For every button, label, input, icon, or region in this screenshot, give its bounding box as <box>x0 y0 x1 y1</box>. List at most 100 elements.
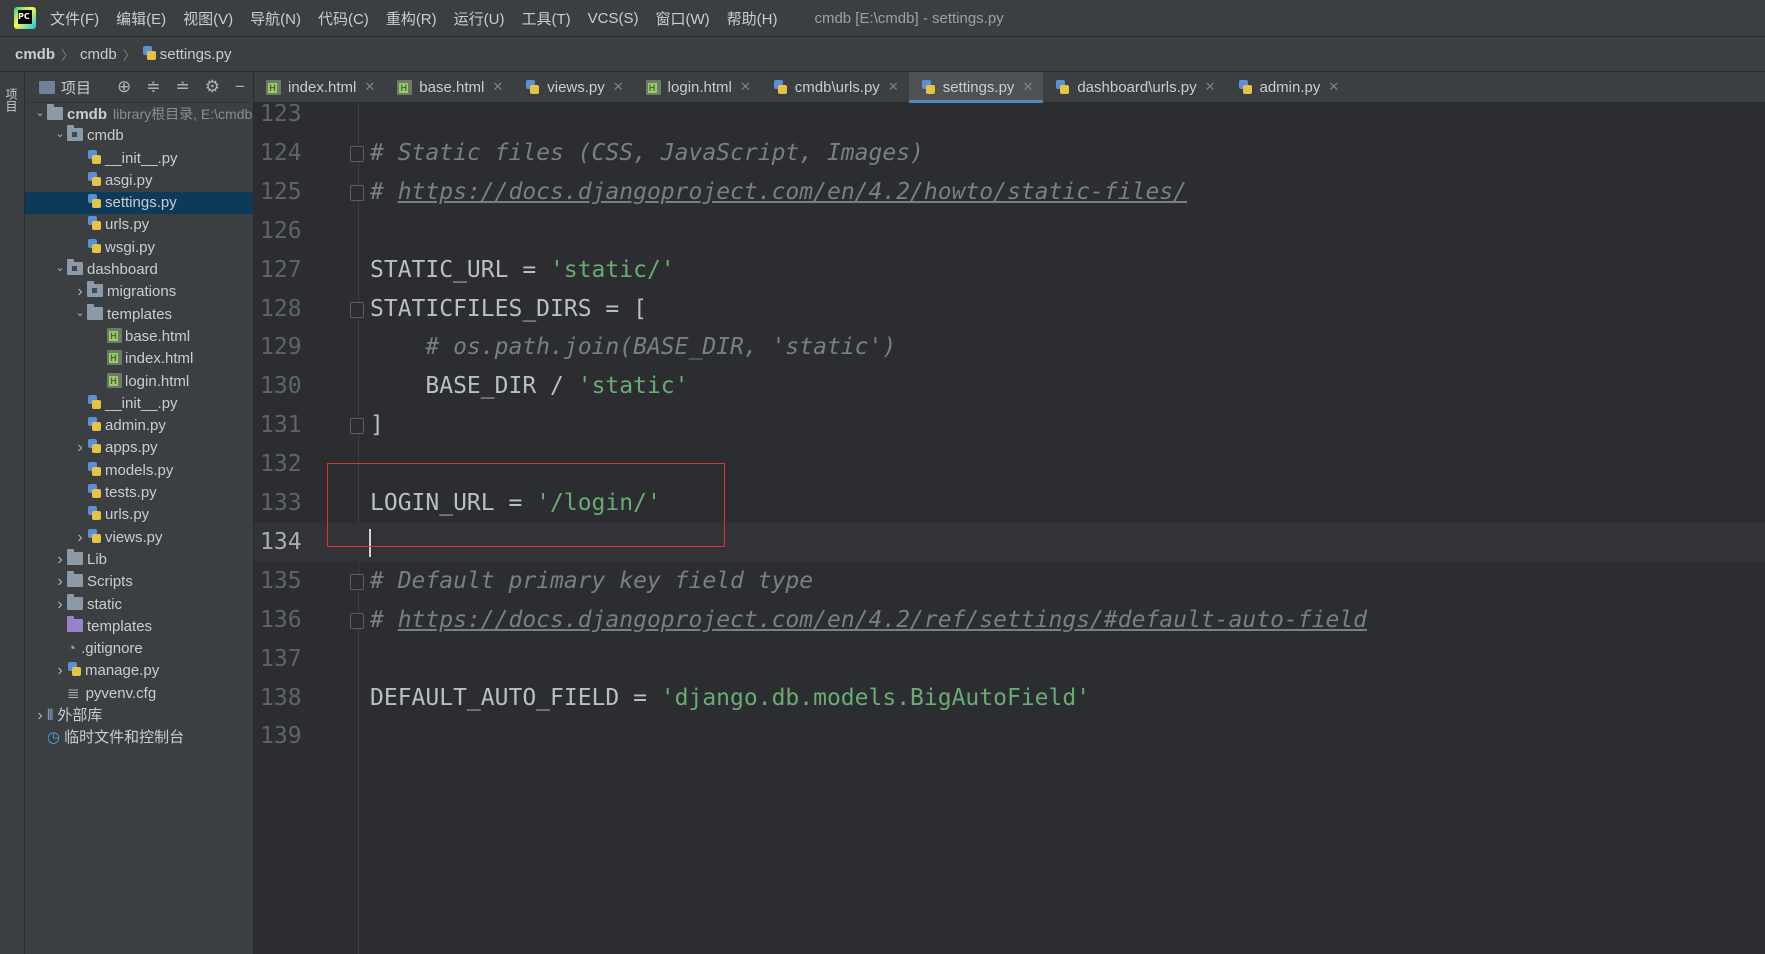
menu-code[interactable]: 代码(C) <box>318 8 369 29</box>
tree-item[interactable]: models.py <box>25 460 253 482</box>
code-line[interactable]: 131] <box>254 406 1765 445</box>
menu-window[interactable]: 窗口(W) <box>655 8 709 29</box>
code-line[interactable]: 138 DEFAULT_AUTO_FIELD = 'django.db.model… <box>254 679 1765 718</box>
code-line[interactable]: 124 # Static files (CSS, JavaScript, Imag… <box>254 134 1765 173</box>
menu-view[interactable]: 视图(V) <box>183 8 233 29</box>
menu-vcs[interactable]: VCS(S) <box>588 10 639 27</box>
menu-file[interactable]: 文件(F) <box>50 8 99 29</box>
tree-item[interactable]: templates <box>25 615 253 638</box>
code-line[interactable]: 129 # os.path.join(BASE_DIR, 'static') <box>254 328 1765 367</box>
tree-item[interactable]: tests.py <box>25 482 253 504</box>
tree-item[interactable]: urls.py <box>25 214 253 236</box>
fold-marker-icon[interactable] <box>350 145 364 162</box>
close-icon[interactable]: ✕ <box>1328 79 1339 95</box>
tree-item[interactable]: wsgi.py <box>25 237 253 259</box>
chevron-right-icon[interactable]: › <box>73 527 87 549</box>
chevron-right-icon[interactable]: › <box>53 660 67 682</box>
tree-item[interactable]: admin.py <box>25 415 253 437</box>
chevron-right-icon[interactable]: › <box>33 705 47 727</box>
code-line[interactable]: 133 LOGIN_URL = '/login/' <box>254 484 1765 523</box>
chevron-right-icon[interactable]: › <box>53 571 67 593</box>
code-line[interactable]: 132 <box>254 445 1765 484</box>
close-icon[interactable]: ✕ <box>364 79 375 95</box>
chevron-right-icon[interactable]: › <box>73 437 87 459</box>
tree-item[interactable]: › migrations <box>25 281 253 303</box>
close-icon[interactable]: ✕ <box>613 79 624 95</box>
project-panel-title[interactable]: 项目 <box>61 77 91 98</box>
chevron-right-icon[interactable]: › <box>53 549 67 571</box>
chevron-down-icon[interactable]: ⌄ <box>53 123 67 145</box>
tree-item[interactable]: › Lib <box>25 548 253 571</box>
menu-refactor[interactable]: 重构(R) <box>386 8 437 29</box>
code-line[interactable]: 127 STATIC_URL = 'static/' <box>254 251 1765 290</box>
tree-item[interactable]: › views.py <box>25 527 253 549</box>
tree-item[interactable]: __init__.py <box>25 148 253 170</box>
code-line[interactable]: 128 STATICFILES_DIRS = [ <box>254 290 1765 329</box>
code-line[interactable]: 134 <box>254 522 1765 562</box>
fold-marker-icon[interactable] <box>350 301 364 318</box>
tree-item[interactable]: asgi.py <box>25 170 253 192</box>
tree-item[interactable]: ⌄ dashboard <box>25 259 253 281</box>
tree-item[interactable]: ≣ pyvenv.cfg <box>25 683 253 705</box>
editor-tab[interactable]: dashboard\urls.py ✕ <box>1043 72 1225 102</box>
chevron-down-icon[interactable]: ⌄ <box>73 302 87 324</box>
tree-item[interactable]: login.html <box>25 371 253 393</box>
tree-item[interactable]: › static <box>25 593 253 616</box>
tree-item[interactable]: settings.py <box>25 192 253 215</box>
tree-item[interactable]: ⌄ templates <box>25 302 253 326</box>
close-icon[interactable]: ✕ <box>888 79 899 95</box>
menu-help[interactable]: 帮助(H) <box>727 8 778 29</box>
tree-item[interactable]: › ⫴ 外部库 <box>25 705 253 727</box>
tree-item[interactable]: ◷ 临时文件和控制台 <box>25 727 253 749</box>
close-icon[interactable]: ✕ <box>1205 79 1216 95</box>
fold-marker-icon[interactable] <box>350 184 364 201</box>
tree-item[interactable]: base.html <box>25 326 253 348</box>
expand-all-icon[interactable]: ≑ <box>146 77 160 97</box>
code-line[interactable]: 135 # Default primary key field type <box>254 562 1765 601</box>
fold-marker-icon[interactable] <box>350 418 364 435</box>
tree-item[interactable]: › manage.py <box>25 660 253 682</box>
chevron-down-icon[interactable]: ⌄ <box>33 102 47 124</box>
editor-tab[interactable]: settings.py ✕ <box>908 72 1044 103</box>
code-line[interactable]: 123 <box>254 103 1765 134</box>
code-line[interactable]: 139 <box>254 717 1765 756</box>
menu-tools[interactable]: 工具(T) <box>521 8 570 29</box>
code-line[interactable]: 137 <box>254 640 1765 679</box>
editor-tab[interactable]: login.html ✕ <box>634 72 761 102</box>
code-line[interactable]: 130 BASE_DIR / 'static' <box>254 367 1765 406</box>
menu-run[interactable]: 运行(U) <box>454 8 505 29</box>
tree-item[interactable]: ⌄ cmdb <box>25 125 253 147</box>
breadcrumb-root[interactable]: cmdb <box>15 46 55 63</box>
code-editor[interactable]: 123 124 # Static files (CSS, JavaScript, I… <box>254 103 1765 954</box>
project-tool-tab[interactable]: 项目 <box>4 76 20 124</box>
fold-marker-icon[interactable] <box>350 612 364 629</box>
tree-item[interactable]: index.html <box>25 348 253 370</box>
breadcrumb-file[interactable]: settings.py <box>142 45 231 63</box>
editor-tab[interactable]: admin.py ✕ <box>1226 72 1350 102</box>
code-line[interactable]: 126 <box>254 212 1765 251</box>
code-line[interactable]: 125 # https://docs.djangoproject.com/en/4… <box>254 173 1765 212</box>
tree-item[interactable]: __init__.py <box>25 393 253 415</box>
locate-file-icon[interactable]: ⊕ <box>117 77 131 97</box>
breadcrumb-folder[interactable]: cmdb <box>80 46 117 63</box>
chevron-right-icon[interactable]: › <box>73 281 87 303</box>
gear-icon[interactable]: ⚙ <box>205 77 220 97</box>
editor-tab[interactable]: cmdb\urls.py ✕ <box>761 72 909 102</box>
tree-item[interactable]: urls.py <box>25 504 253 526</box>
editor-tab[interactable]: base.html ✕ <box>385 72 513 102</box>
collapse-all-icon[interactable]: ≐ <box>176 77 190 97</box>
close-icon[interactable]: ✕ <box>740 79 751 95</box>
chevron-right-icon[interactable]: › <box>53 594 67 616</box>
fold-marker-icon[interactable] <box>350 573 364 590</box>
tree-item[interactable]: › Scripts <box>25 571 253 593</box>
editor-tab[interactable]: views.py ✕ <box>513 72 633 102</box>
tree-item[interactable]: ◔ .gitignore <box>25 638 253 660</box>
menu-edit[interactable]: 编辑(E) <box>116 8 166 29</box>
hide-panel-icon[interactable]: − <box>235 77 245 97</box>
close-icon[interactable]: ✕ <box>492 79 503 95</box>
tree-item[interactable]: › apps.py <box>25 437 253 459</box>
menu-navigate[interactable]: 导航(N) <box>250 8 301 29</box>
code-line[interactable]: 136 # https://docs.djangoproject.com/en/4… <box>254 601 1765 640</box>
tree-item[interactable]: ⌄ cmdb library根目录, E:\cmdb <box>25 103 253 125</box>
editor-tab[interactable]: index.html ✕ <box>254 72 385 102</box>
